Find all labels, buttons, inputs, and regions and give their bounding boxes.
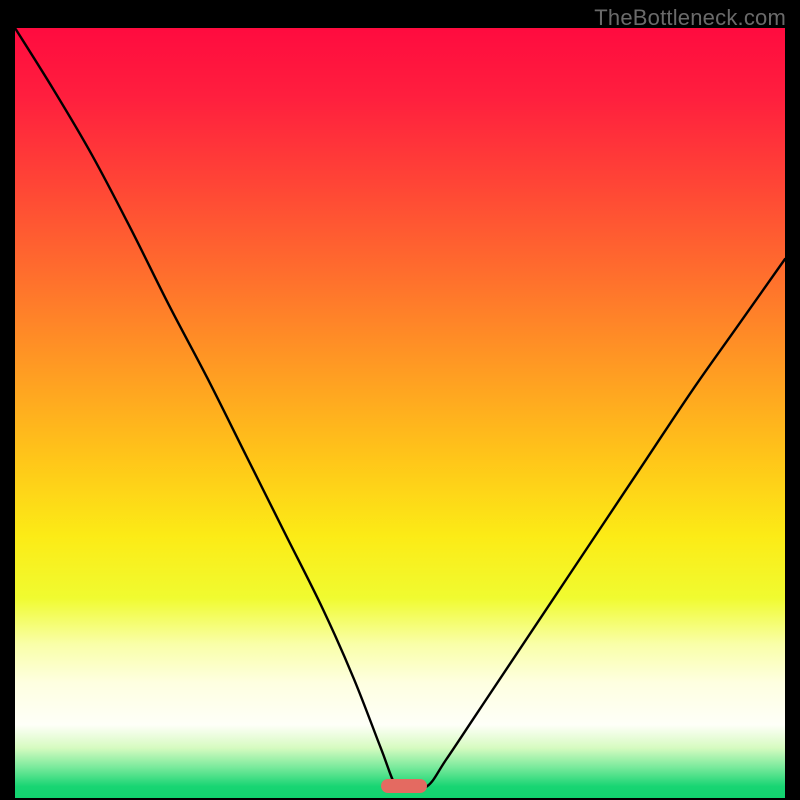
plot-frame (15, 28, 785, 798)
gradient-background (15, 28, 785, 798)
optimal-marker (381, 779, 427, 793)
plot-svg (15, 28, 785, 798)
